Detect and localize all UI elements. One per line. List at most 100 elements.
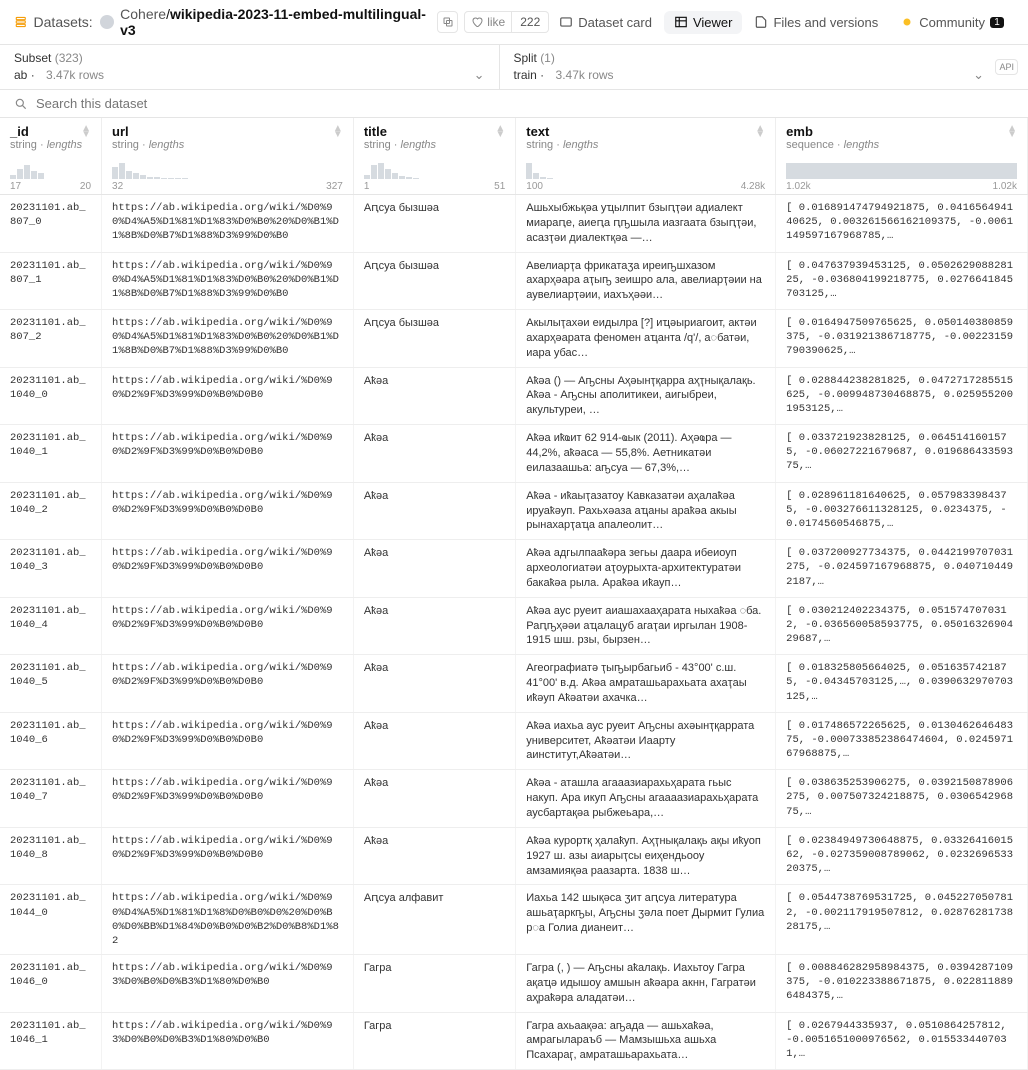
table-row[interactable]: 20231101.ab_1040_6 https://ab.wikipedia.… bbox=[0, 712, 1028, 770]
cell-text: Аҟәа () — Аҧсны Аҳәынҭқарра аҳҭнықалақь.… bbox=[516, 367, 776, 425]
cell-emb: [ 0.018325805664025, 0.0516357421875, -0… bbox=[776, 655, 1028, 713]
split-selector[interactable]: Split (1) train · 3.47k rows ⌄ API bbox=[499, 45, 1028, 89]
cell-title: Аҟәа bbox=[353, 482, 515, 540]
cell-url: https://ab.wikipedia.org/wiki/%D0%90%D2%… bbox=[102, 425, 354, 483]
cell-id: 20231101.ab_1040_0 bbox=[0, 367, 102, 425]
like-button[interactable]: like bbox=[464, 11, 512, 33]
cell-url: https://ab.wikipedia.org/wiki/%D0%90%D4%… bbox=[102, 885, 354, 955]
sort-icon: ▲▼ bbox=[333, 126, 343, 138]
cell-emb: [ 0.017486572265625, 0.013046264648375, … bbox=[776, 712, 1028, 770]
table-row[interactable]: 20231101.ab_807_1 https://ab.wikipedia.o… bbox=[0, 252, 1028, 310]
table-row[interactable]: 20231101.ab_807_2 https://ab.wikipedia.o… bbox=[0, 310, 1028, 368]
column-header-text[interactable]: text▲▼ string · lengths 1004.28k bbox=[516, 118, 776, 195]
cell-id: 20231101.ab_807_2 bbox=[0, 310, 102, 368]
cell-id: 20231101.ab_1040_5 bbox=[0, 655, 102, 713]
cell-url: https://ab.wikipedia.org/wiki/%D0%90%D2%… bbox=[102, 827, 354, 885]
table-row[interactable]: 20231101.ab_1040_0 https://ab.wikipedia.… bbox=[0, 367, 1028, 425]
cell-emb: [ 0.028961181640625, 0.0579833984375, -0… bbox=[776, 482, 1028, 540]
cell-text: Гагра ахьаақәа: аҧада — ашьхаҟәа, амрагы… bbox=[516, 1012, 776, 1070]
tab-community[interactable]: Community 1 bbox=[890, 11, 1014, 34]
cell-title: Гагра bbox=[353, 1012, 515, 1070]
dataset-path[interactable]: Cohere/wikipedia-2023-11-embed-multiling… bbox=[120, 6, 431, 38]
table-row[interactable]: 20231101.ab_1040_8 https://ab.wikipedia.… bbox=[0, 827, 1028, 885]
cell-url: https://ab.wikipedia.org/wiki/%D0%90%D2%… bbox=[102, 482, 354, 540]
card-icon bbox=[559, 15, 573, 29]
table-row[interactable]: 20231101.ab_1040_3 https://ab.wikipedia.… bbox=[0, 540, 1028, 598]
cell-emb: [ 0.047637939453125, 0.050262908828125, … bbox=[776, 252, 1028, 310]
table-row[interactable]: 20231101.ab_1040_1 https://ab.wikipedia.… bbox=[0, 425, 1028, 483]
cell-url: https://ab.wikipedia.org/wiki/%D0%93%D0%… bbox=[102, 955, 354, 1013]
datasets-icon bbox=[14, 15, 28, 29]
datasets-label: Datasets: bbox=[34, 14, 93, 30]
cell-title: Аҟәа bbox=[353, 597, 515, 655]
copy-button[interactable] bbox=[437, 11, 458, 33]
cell-text: Аҟәа - аташла агааазиарахьҳарата гьыс на… bbox=[516, 770, 776, 828]
cell-id: 20231101.ab_1040_7 bbox=[0, 770, 102, 828]
tab-dataset-card[interactable]: Dataset card bbox=[549, 11, 662, 34]
histogram bbox=[364, 157, 505, 179]
cell-id: 20231101.ab_1040_1 bbox=[0, 425, 102, 483]
cell-url: https://ab.wikipedia.org/wiki/%D0%90%D4%… bbox=[102, 310, 354, 368]
cell-text: Аҟәа иахьа аус руеит Аҧсны ахәынҭқаррата… bbox=[516, 712, 776, 770]
cell-id: 20231101.ab_1040_2 bbox=[0, 482, 102, 540]
table-row[interactable]: 20231101.ab_1046_0 https://ab.wikipedia.… bbox=[0, 955, 1028, 1013]
histogram bbox=[786, 157, 1017, 179]
cell-id: 20231101.ab_807_0 bbox=[0, 195, 102, 253]
cell-text: Гагра (, ) — Аҧсны аҟалақь. Иахьтоу Гагр… bbox=[516, 955, 776, 1013]
cell-emb: [ 0.008846282958984375, 0.0394287109375,… bbox=[776, 955, 1028, 1013]
cell-title: Аҟәа bbox=[353, 827, 515, 885]
table-row[interactable]: 20231101.ab_1040_5 https://ab.wikipedia.… bbox=[0, 655, 1028, 713]
table-row[interactable]: 20231101.ab_807_0 https://ab.wikipedia.o… bbox=[0, 195, 1028, 253]
table-row[interactable]: 20231101.ab_1044_0 https://ab.wikipedia.… bbox=[0, 885, 1028, 955]
community-icon bbox=[900, 15, 914, 29]
cell-url: https://ab.wikipedia.org/wiki/%D0%90%D2%… bbox=[102, 712, 354, 770]
sort-icon: ▲▼ bbox=[81, 126, 91, 138]
cell-emb: [ 0.02384949730648875, 0.0332641601562, … bbox=[776, 827, 1028, 885]
cell-emb: [ 0.037200927734375, 0.0442199707031275,… bbox=[776, 540, 1028, 598]
table-row[interactable]: 20231101.ab_1046_1 https://ab.wikipedia.… bbox=[0, 1012, 1028, 1070]
sort-icon: ▲▼ bbox=[1007, 126, 1017, 138]
chevron-down-icon: ⌄ bbox=[474, 67, 485, 83]
cell-text: Аҟәа иҟҩит 62 914-ҩык (2011). Аҳәҩра — 4… bbox=[516, 425, 776, 483]
column-header-url[interactable]: url▲▼ string · lengths 32327 bbox=[102, 118, 354, 195]
tab-viewer[interactable]: Viewer bbox=[664, 11, 743, 34]
cell-title: Аԥсуа алфавит bbox=[353, 885, 515, 955]
cell-id: 20231101.ab_1046_0 bbox=[0, 955, 102, 1013]
org-avatar bbox=[99, 14, 114, 30]
cell-url: https://ab.wikipedia.org/wiki/%D0%90%D4%… bbox=[102, 195, 354, 253]
sort-icon: ▲▼ bbox=[495, 126, 505, 138]
cell-url: https://ab.wikipedia.org/wiki/%D0%90%D2%… bbox=[102, 540, 354, 598]
cell-text: Аҟәа аус руеит аиашахааҳарата ныхаҟәа ◌б… bbox=[516, 597, 776, 655]
cell-emb: [ 0.028844238281825, 0.0472717285515625,… bbox=[776, 367, 1028, 425]
cell-title: Гагра bbox=[353, 955, 515, 1013]
column-header-emb[interactable]: emb▲▼ sequence · lengths 1.02k1.02k bbox=[776, 118, 1028, 195]
search-input[interactable] bbox=[36, 96, 1014, 111]
viewer-icon bbox=[674, 15, 688, 29]
table-row[interactable]: 20231101.ab_1040_7 https://ab.wikipedia.… bbox=[0, 770, 1028, 828]
cell-text: Аҟәа - иҟаыҭазатоу Кавказатәи аҳалаҟәа и… bbox=[516, 482, 776, 540]
chevron-down-icon: ⌄ bbox=[973, 67, 984, 83]
column-header-title[interactable]: title▲▼ string · lengths 151 bbox=[353, 118, 515, 195]
cell-title: Аҟәа bbox=[353, 425, 515, 483]
cell-emb: [ 0.038635253906275, 0.0392150878906275,… bbox=[776, 770, 1028, 828]
table-row[interactable]: 20231101.ab_1040_4 https://ab.wikipedia.… bbox=[0, 597, 1028, 655]
api-button[interactable]: API bbox=[995, 59, 1018, 75]
cell-id: 20231101.ab_1046_1 bbox=[0, 1012, 102, 1070]
cell-emb: [ 0.030212402234375, 0.0515747070312, -0… bbox=[776, 597, 1028, 655]
cell-url: https://ab.wikipedia.org/wiki/%D0%90%D2%… bbox=[102, 367, 354, 425]
table-row[interactable]: 20231101.ab_1040_2 https://ab.wikipedia.… bbox=[0, 482, 1028, 540]
cell-emb: [ 0.0164947509765625, 0.050140380859375,… bbox=[776, 310, 1028, 368]
cell-title: Аҟәа bbox=[353, 770, 515, 828]
copy-icon bbox=[442, 16, 454, 28]
cell-text: Авелиарҭа фрикатаӡа иреиҧшхазом ахарҳәар… bbox=[516, 252, 776, 310]
like-count: 222 bbox=[512, 11, 549, 33]
cell-id: 20231101.ab_1040_3 bbox=[0, 540, 102, 598]
tab-files[interactable]: Files and versions bbox=[744, 11, 888, 34]
cell-title: Аҟәа bbox=[353, 540, 515, 598]
column-header-_id[interactable]: _id▲▼ string · lengths 1720 bbox=[0, 118, 102, 195]
histogram bbox=[526, 157, 765, 179]
cell-url: https://ab.wikipedia.org/wiki/%D0%90%D2%… bbox=[102, 655, 354, 713]
search-icon bbox=[14, 97, 28, 111]
subset-selector[interactable]: Subset (323) ab · 3.47k rows ⌄ bbox=[0, 45, 499, 89]
cell-id: 20231101.ab_1044_0 bbox=[0, 885, 102, 955]
